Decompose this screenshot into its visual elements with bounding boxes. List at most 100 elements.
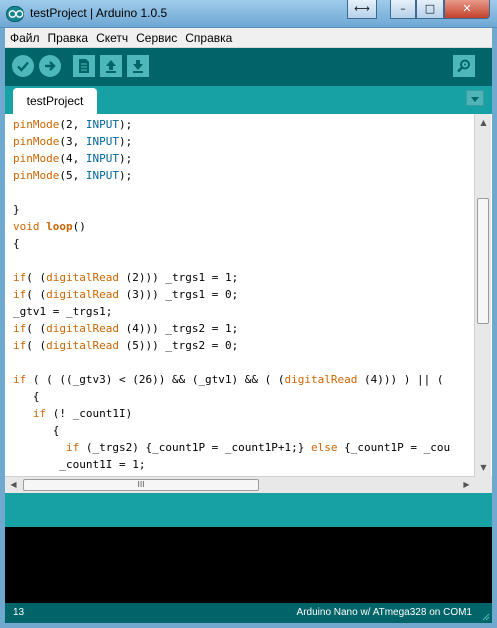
grip-icon: III (137, 480, 145, 489)
document-icon (79, 59, 89, 73)
code-text-token: _gtv1 = _trgs1; (13, 305, 113, 318)
code-text-token: ( ( (26, 271, 47, 284)
restore-size-button[interactable]: ⟷ (347, 0, 377, 19)
code-line[interactable]: void loop() (13, 218, 473, 235)
code-line[interactable]: } (13, 201, 473, 218)
scroll-down-icon[interactable]: ▼ (475, 459, 492, 476)
code-text-token: (3, (59, 135, 86, 148)
check-icon (17, 61, 29, 72)
code-keyword-token: digitalRead (46, 339, 119, 352)
code-keyword-token: digitalRead (284, 373, 358, 386)
horizontal-scroll-thumb[interactable]: III (23, 479, 259, 491)
code-text-token: ); (118, 118, 133, 131)
code-line[interactable]: { (13, 235, 473, 252)
code-line[interactable]: pinMode(4, INPUT); (13, 150, 473, 167)
maximize-button[interactable]: □ (416, 0, 444, 19)
code-keyword-token: if (65, 441, 80, 454)
code-line[interactable] (13, 354, 473, 371)
menu-help[interactable]: Справка (185, 31, 232, 45)
code-text-token: (4, (59, 152, 86, 165)
maximize-icon: □ (424, 2, 436, 15)
code-text-token: { (13, 424, 60, 437)
code-line[interactable]: { (13, 422, 473, 439)
code-line[interactable]: if (! _count1I) (13, 405, 473, 422)
arrow-down-icon (133, 60, 143, 73)
vertical-scrollbar[interactable]: ▲ ▼ (474, 114, 491, 476)
scroll-right-icon[interactable]: ▶ (458, 477, 475, 494)
code-keyword-token: digitalRead (46, 322, 119, 335)
menu-tools[interactable]: Сервис (136, 31, 177, 45)
code-line[interactable] (13, 184, 473, 201)
menu-file[interactable]: Файл (10, 31, 40, 45)
open-sketch-button[interactable] (100, 55, 122, 77)
status-bar: 13 Arduino Nano w/ ATmega328 on COM1 (5, 603, 492, 623)
code-line[interactable]: pinMode(3, INPUT); (13, 133, 473, 150)
code-keyword-token: pinMode (13, 118, 60, 131)
save-sketch-button[interactable] (127, 55, 149, 77)
close-button[interactable]: ✕ (444, 0, 490, 19)
code-text-token: ( ( (26, 339, 47, 352)
code-line[interactable]: _count1I = 1; (13, 456, 473, 473)
code-line[interactable]: pinMode(2, INPUT); (13, 116, 473, 133)
vertical-scroll-thumb[interactable] (477, 198, 489, 324)
scrollbar-corner (475, 476, 492, 493)
code-keyword-token: if (32, 407, 47, 420)
menu-sketch[interactable]: Скетч (96, 31, 128, 45)
arduino-logo-icon (6, 6, 24, 22)
code-keyword-token: if (13, 288, 27, 301)
code-keyword-token: else (311, 441, 338, 454)
toolbar (5, 48, 492, 86)
code-keyword-token: if (13, 373, 27, 386)
menu-edit[interactable]: Правка (48, 31, 89, 45)
verify-button[interactable] (12, 55, 34, 77)
minimize-icon: – (400, 2, 406, 15)
code-line[interactable]: if( (digitalRead (4))) _trgs2 = 1; (13, 320, 473, 337)
code-text[interactable]: pinMode(2, INPUT); pinMode(3, INPUT); pinM… (13, 116, 473, 473)
code-line[interactable]: pinMode(5, INPUT); (13, 167, 473, 184)
code-text-token: (2, (59, 118, 86, 131)
new-sketch-button[interactable] (73, 55, 95, 77)
code-keyword-token: pinMode (13, 152, 60, 165)
menu-bar: Файл Правка Скетч Сервис Справка (5, 28, 492, 48)
code-text-token: ); (118, 152, 133, 165)
code-keyword-token: if (13, 339, 27, 352)
resize-arrows-icon: ⟷ (354, 2, 370, 15)
code-editor[interactable]: pinMode(2, INPUT); pinMode(3, INPUT); pinM… (5, 114, 492, 476)
tab-testproject[interactable]: testProject (13, 88, 97, 114)
code-line[interactable]: _gtv1 = _trgs1; (13, 303, 473, 320)
code-line[interactable]: if ( ( ((_gtv3) < (26)) && (_gtv1) && ( … (13, 371, 473, 388)
scroll-left-icon[interactable]: ◀ (5, 477, 22, 494)
code-keyword-token: digitalRead (46, 288, 119, 301)
window-titlebar[interactable]: testProject | Arduino 1.0.5 ⟷ – □ ✕ (0, 0, 497, 28)
minimize-button[interactable]: – (390, 0, 416, 19)
code-line[interactable]: if (_trgs2) {_count1P = _count1P+1;} els… (13, 439, 473, 456)
code-text-token: (5))) _trgs2 = 0; (118, 339, 239, 352)
code-keyword-token: pinMode (13, 135, 60, 148)
tab-menu-button[interactable] (466, 90, 484, 106)
code-line[interactable]: if( (digitalRead (2))) _trgs1 = 1; (13, 269, 473, 286)
code-keyword-token: if (13, 271, 27, 284)
code-text-token: ); (118, 135, 133, 148)
code-keyword-token: if (13, 322, 27, 335)
horizontal-scrollbar[interactable]: ◀ III ▶ (5, 476, 475, 493)
code-keyword-token: INPUT (85, 169, 119, 182)
code-text-token: (4))) _trgs2 = 1; (118, 322, 239, 335)
code-line[interactable]: { (13, 388, 473, 405)
code-text-token: _count1I = 1; (13, 458, 146, 471)
code-text-token: { (13, 237, 20, 250)
serial-monitor-button[interactable] (453, 55, 475, 77)
code-text-token: { (13, 390, 40, 403)
code-text-token: (_trgs2) {_count1P = _count1P+1;} (79, 441, 312, 454)
code-keyword-token: pinMode (13, 169, 60, 182)
code-text-token: ( ( (26, 288, 47, 301)
resize-grip-icon[interactable] (480, 611, 490, 621)
upload-button[interactable] (39, 55, 61, 77)
code-line[interactable]: if( (digitalRead (5))) _trgs2 = 0; (13, 337, 473, 354)
arrow-right-icon (45, 61, 56, 71)
scroll-up-icon[interactable]: ▲ (475, 114, 492, 131)
code-text-token: (2))) _trgs1 = 1; (118, 271, 239, 284)
console-output[interactable] (5, 527, 492, 603)
code-line[interactable]: if( (digitalRead (3))) _trgs1 = 0; (13, 286, 473, 303)
code-line[interactable] (13, 252, 473, 269)
code-keyword-token: void (13, 220, 40, 233)
